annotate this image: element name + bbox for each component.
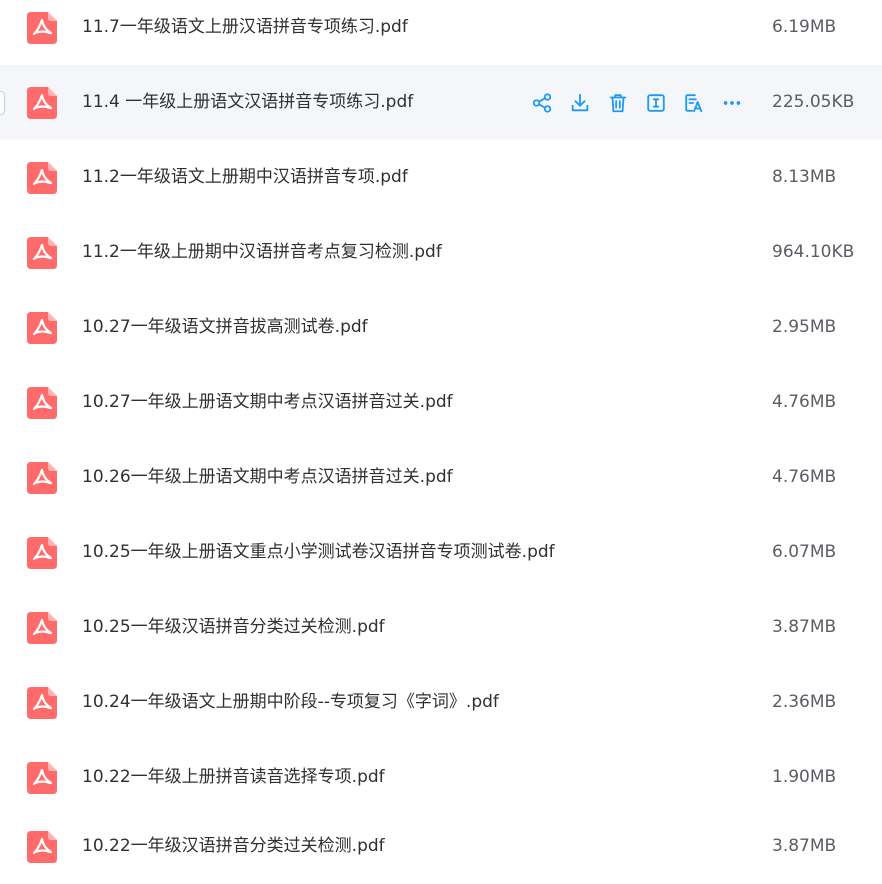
file-name[interactable]: 10.22一年级汉语拼音分类过关检测.pdf [82, 809, 385, 884]
pdf-icon [27, 312, 57, 344]
file-row[interactable]: 10.25一年级汉语拼音分类过关检测.pdf 3.87MB [0, 590, 882, 665]
file-name[interactable]: 10.27一年级上册语文期中考点汉语拼音过关.pdf [82, 365, 453, 440]
pdf-icon [27, 612, 57, 644]
more-icon [723, 101, 741, 105]
file-name[interactable]: 10.25一年级汉语拼音分类过关检测.pdf [82, 590, 385, 665]
file-size: 4.76MB [772, 467, 837, 487]
file-size: 4.76MB [772, 392, 837, 412]
file-row[interactable]: 10.22一年级上册拼音读音选择专项.pdf 1.90MB [0, 740, 882, 815]
pdf-icon [27, 87, 57, 119]
share-button[interactable] [528, 89, 556, 117]
file-row[interactable]: 11.7一年级语文上册汉语拼音专项练习.pdf 6.19MB [0, 0, 882, 65]
file-list: 11.7一年级语文上册汉语拼音专项练习.pdf 6.19MB 11.4 一年级上… [0, 0, 882, 884]
file-size: 3.87MB [772, 836, 837, 856]
file-size: 6.07MB [772, 542, 837, 562]
rename-icon [647, 94, 665, 112]
file-name[interactable]: 11.2一年级语文上册期中汉语拼音专项.pdf [82, 140, 408, 215]
text-recognition-button[interactable] [680, 89, 708, 117]
share-icon [532, 93, 552, 113]
pdf-icon [27, 12, 57, 44]
file-size: 2.95MB [772, 317, 837, 337]
pdf-icon [27, 162, 57, 194]
file-name[interactable]: 10.25一年级上册语文重点小学测试卷汉语拼音专项测试卷.pdf [82, 515, 555, 590]
row-actions [528, 89, 756, 117]
file-name[interactable]: 10.27一年级语文拼音拔高测试卷.pdf [82, 290, 368, 365]
file-row[interactable]: 11.2一年级语文上册期中汉语拼音专项.pdf 8.13MB [0, 140, 882, 215]
text-recognition-icon [685, 94, 703, 113]
file-size: 1.90MB [772, 767, 837, 787]
file-name[interactable]: 10.26一年级上册语文期中考点汉语拼音过关.pdf [82, 440, 453, 515]
file-size: 2.36MB [772, 692, 837, 712]
file-size: 8.13MB [772, 167, 837, 187]
file-row-hovered[interactable]: 11.4 一年级上册语文汉语拼音专项练习.pdf 225.05KB [0, 65, 882, 140]
pdf-icon [27, 762, 57, 794]
pdf-icon [27, 687, 57, 719]
pdf-icon [27, 537, 57, 569]
file-size: 3.87MB [772, 617, 837, 637]
file-row[interactable]: 10.27一年级上册语文期中考点汉语拼音过关.pdf 4.76MB [0, 365, 882, 440]
file-size: 225.05KB [772, 92, 855, 112]
file-row[interactable]: 10.27一年级语文拼音拔高测试卷.pdf 2.95MB [0, 290, 882, 365]
pdf-icon [27, 387, 57, 419]
file-row[interactable]: 10.24一年级语文上册期中阶段--专项复习《字词》.pdf 2.36MB [0, 665, 882, 740]
file-size: 964.10KB [772, 242, 855, 262]
pdf-icon [27, 462, 57, 494]
rename-button[interactable] [642, 89, 670, 117]
file-name[interactable]: 11.2一年级上册期中汉语拼音考点复习检测.pdf [82, 215, 442, 290]
file-name[interactable]: 10.24一年级语文上册期中阶段--专项复习《字词》.pdf [82, 665, 499, 740]
download-icon [571, 93, 589, 112]
file-row[interactable]: 10.22一年级汉语拼音分类过关检测.pdf 3.87MB [0, 809, 882, 884]
delete-button[interactable] [604, 89, 632, 117]
more-button[interactable] [718, 89, 746, 117]
file-name[interactable]: 10.22一年级上册拼音读音选择专项.pdf [82, 740, 385, 815]
delete-icon [609, 94, 627, 113]
file-name[interactable]: 11.7一年级语文上册汉语拼音专项练习.pdf [82, 0, 408, 65]
file-size: 6.19MB [772, 17, 837, 37]
file-row[interactable]: 10.26一年级上册语文期中考点汉语拼音过关.pdf 4.76MB [0, 440, 882, 515]
file-row[interactable]: 10.25一年级上册语文重点小学测试卷汉语拼音专项测试卷.pdf 6.07MB [0, 515, 882, 590]
file-row[interactable]: 11.2一年级上册期中汉语拼音考点复习检测.pdf 964.10KB [0, 215, 882, 290]
pdf-icon [27, 831, 57, 863]
download-button[interactable] [566, 89, 594, 117]
file-name[interactable]: 11.4 一年级上册语文汉语拼音专项练习.pdf [82, 65, 413, 140]
pdf-icon [27, 237, 57, 269]
